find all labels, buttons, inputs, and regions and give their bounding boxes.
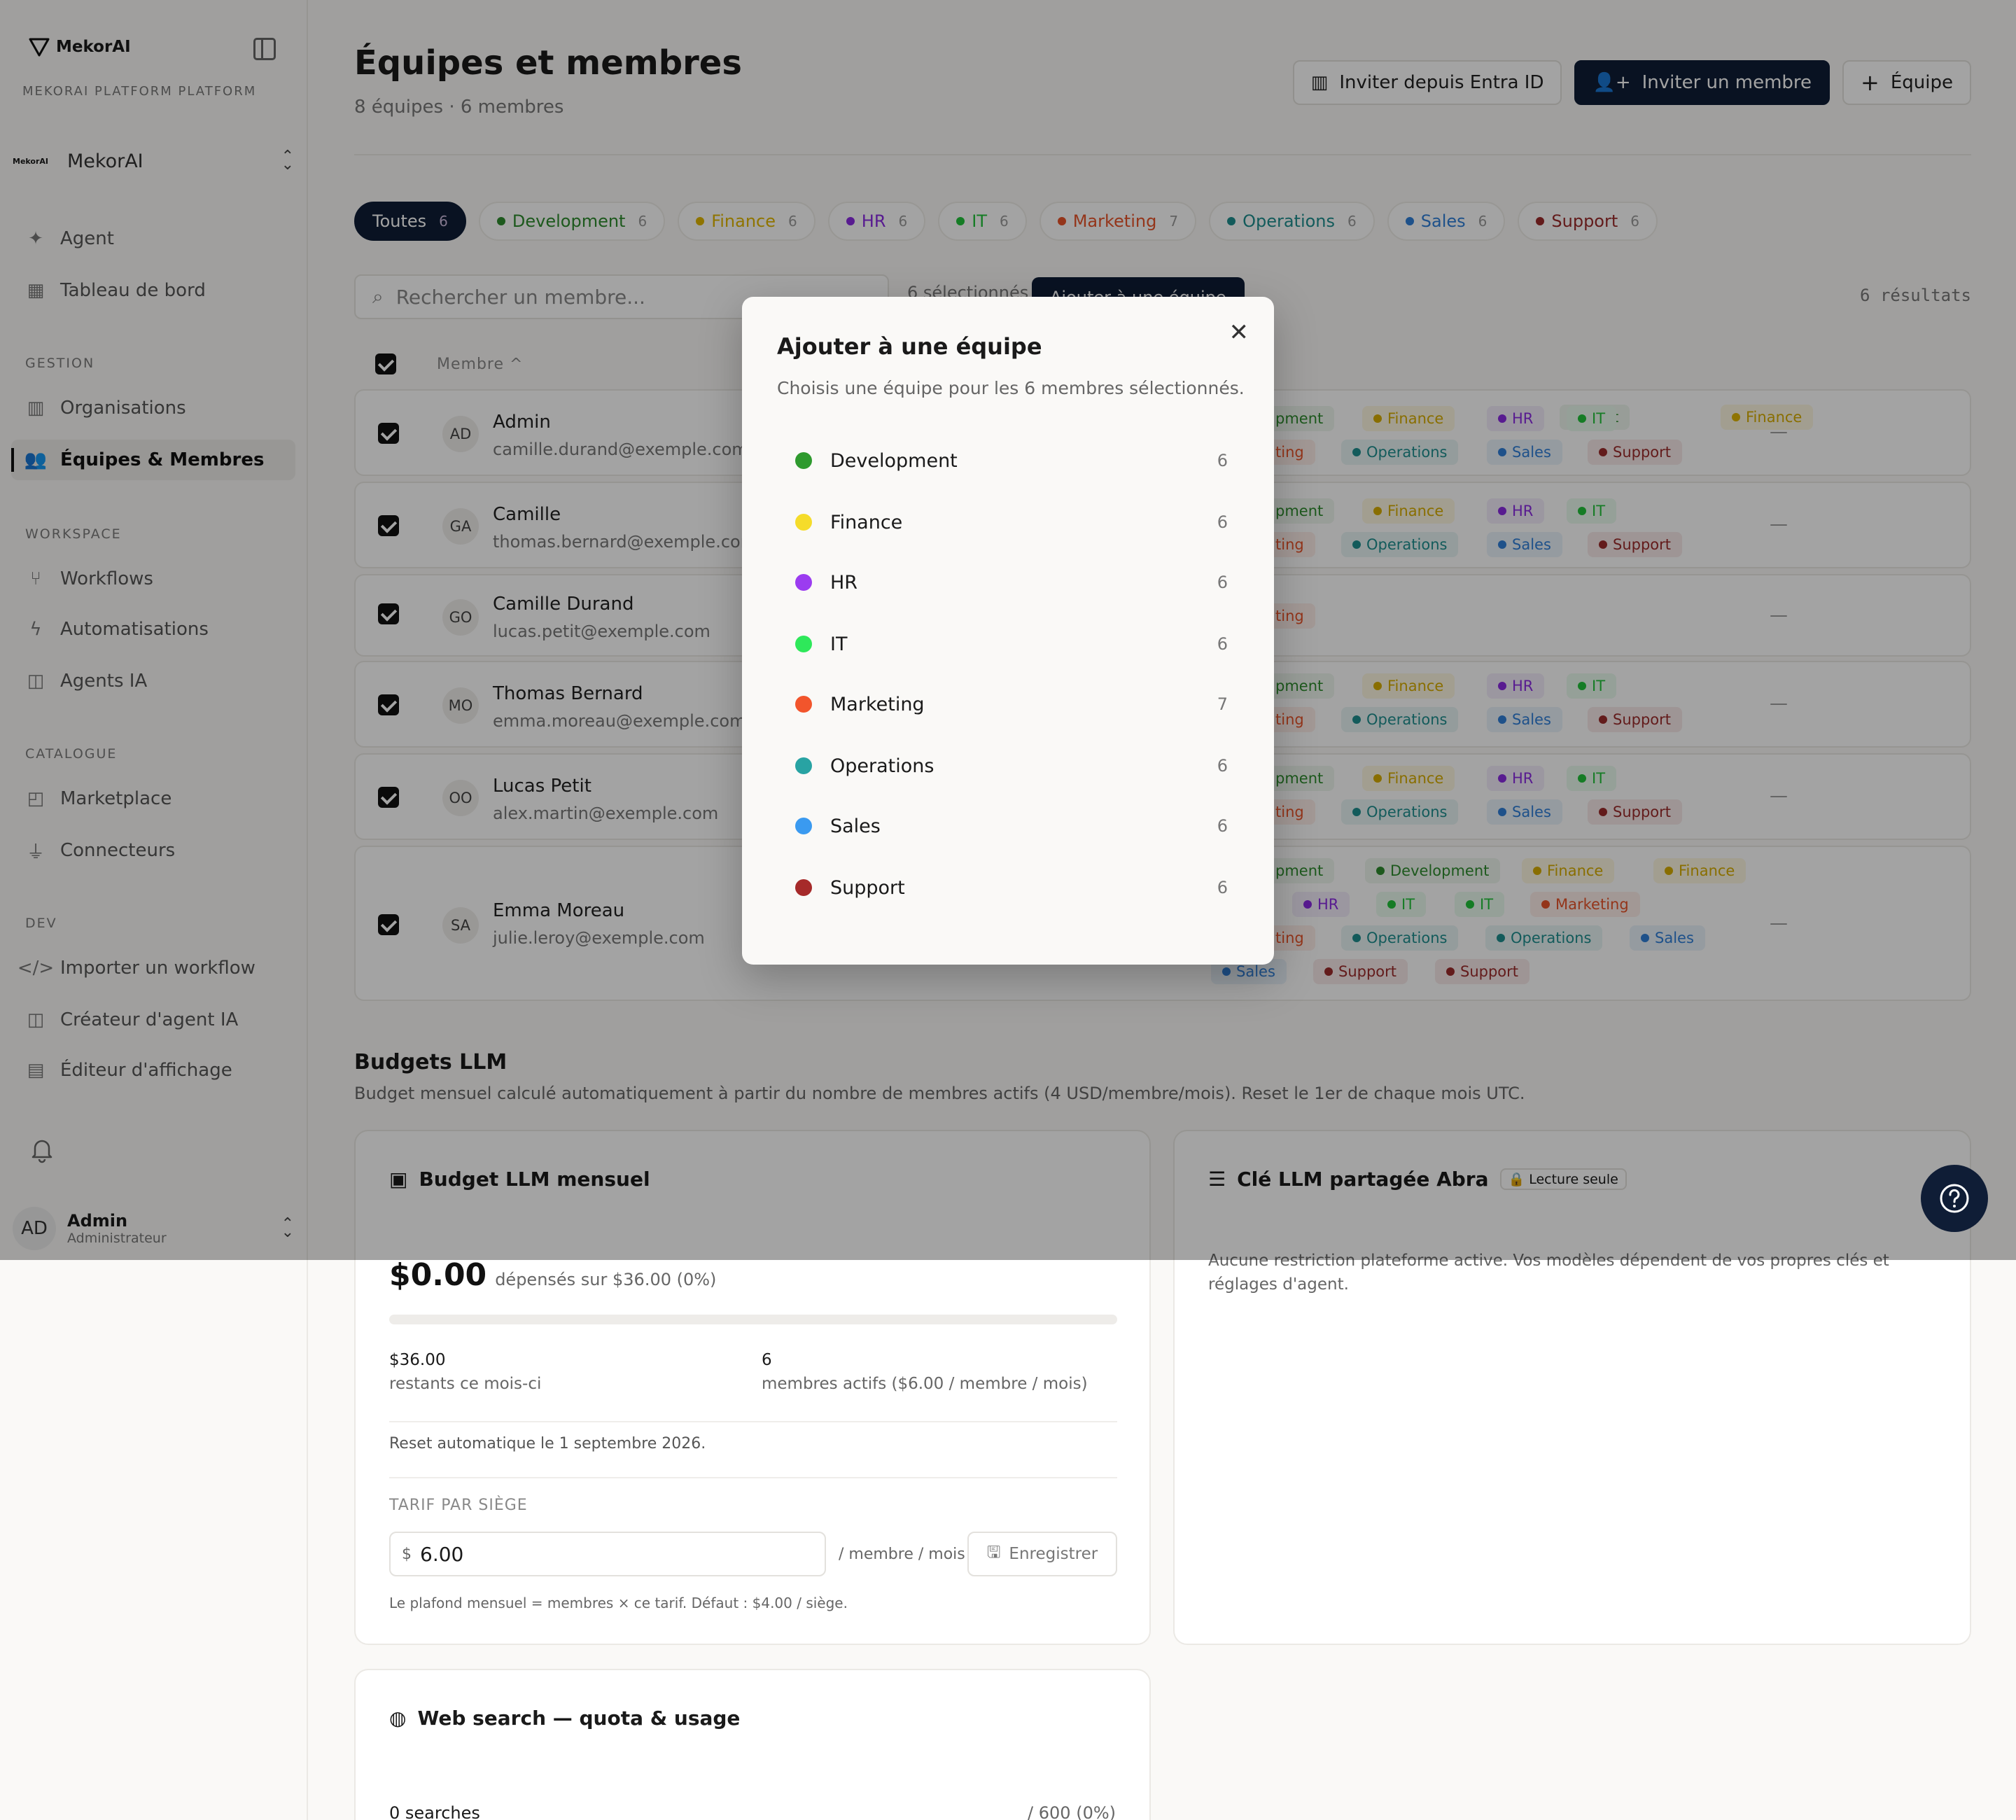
seat-price-input[interactable]: $ 6.00 bbox=[389, 1532, 826, 1576]
save-button[interactable]: 🖫 Enregistrer bbox=[967, 1532, 1117, 1576]
team-option-name: Marketing bbox=[830, 693, 925, 715]
remaining-label: restants ce mois-ci bbox=[389, 1375, 542, 1393]
web-search-used: 0 searches bbox=[389, 1803, 480, 1820]
dialog-title: Ajouter à une équipe bbox=[777, 333, 1042, 360]
team-option-count: 6 bbox=[1217, 634, 1228, 654]
save-icon: 🖫 bbox=[986, 1543, 1001, 1562]
card-title: Web search — quota & usage bbox=[417, 1707, 741, 1730]
dialog-description: Choisis une équipe pour les 6 membres sé… bbox=[777, 378, 1245, 398]
team-option-hr[interactable]: HR 6 bbox=[771, 557, 1245, 608]
team-option-name: Support bbox=[830, 876, 905, 899]
team-option-name: Operations bbox=[830, 755, 934, 777]
team-option-count: 6 bbox=[1217, 451, 1228, 470]
seat-unit: / membre / mois bbox=[839, 1546, 965, 1563]
spent-of: dépensés sur $36.00 (0%) bbox=[495, 1270, 717, 1289]
team-color-dot bbox=[795, 514, 812, 531]
team-option-count: 6 bbox=[1217, 816, 1228, 836]
team-option-name: Finance bbox=[830, 511, 903, 533]
team-option-it[interactable]: IT 6 bbox=[771, 619, 1245, 669]
team-option-finance[interactable]: Finance 6 bbox=[771, 497, 1245, 547]
active-members-count: 6 bbox=[762, 1351, 772, 1369]
globe-icon: ◍ bbox=[389, 1707, 407, 1730]
reset-note: Reset automatique le 1 septembre 2026. bbox=[389, 1435, 706, 1452]
team-color-dot bbox=[795, 879, 812, 896]
team-option-marketing[interactable]: Marketing 7 bbox=[771, 679, 1245, 729]
seat-price-label: TARIF PAR SIÈGE bbox=[389, 1497, 528, 1514]
team-option-count: 6 bbox=[1217, 878, 1228, 897]
team-option-count: 6 bbox=[1217, 756, 1228, 776]
help-icon bbox=[1940, 1184, 1969, 1213]
team-option-development[interactable]: Development 6 bbox=[771, 435, 1245, 486]
budget-progress-bar bbox=[389, 1315, 1117, 1324]
team-option-count: 6 bbox=[1217, 512, 1228, 532]
spent-amount: $0.00 bbox=[389, 1257, 487, 1293]
team-color-dot bbox=[795, 757, 812, 774]
team-color-dot bbox=[795, 636, 812, 652]
web-search-quota: / 600 (0%) bbox=[1028, 1803, 1116, 1820]
active-members-label: membres actifs ($6.00 / membre / mois) bbox=[762, 1375, 1088, 1393]
team-color-dot bbox=[795, 452, 812, 469]
team-option-name: Sales bbox=[830, 815, 881, 837]
seat-price-value: 6.00 bbox=[420, 1542, 464, 1566]
team-option-count: 6 bbox=[1217, 573, 1228, 592]
save-label: Enregistrer bbox=[1009, 1545, 1098, 1563]
team-option-name: Development bbox=[830, 449, 958, 472]
currency-symbol: $ bbox=[402, 1545, 412, 1563]
web-search-card: ◍ Web search — quota & usage 0 searches … bbox=[354, 1669, 1151, 1820]
help-button[interactable] bbox=[1921, 1165, 1988, 1232]
team-color-dot bbox=[795, 818, 812, 834]
team-option-name: IT bbox=[830, 633, 848, 655]
seat-hint: Le plafond mensuel = membres × ce tarif.… bbox=[389, 1595, 848, 1611]
team-option-support[interactable]: Support 6 bbox=[771, 862, 1245, 913]
team-option-name: HR bbox=[830, 571, 858, 594]
divider bbox=[389, 1421, 1117, 1422]
team-color-dot bbox=[795, 696, 812, 713]
team-option-sales[interactable]: Sales 6 bbox=[771, 801, 1245, 851]
team-option-count: 7 bbox=[1217, 694, 1228, 714]
divider bbox=[389, 1477, 1117, 1478]
add-to-team-dialog: Ajouter à une équipe Choisis une équipe … bbox=[742, 297, 1274, 965]
close-icon[interactable]: ✕ bbox=[1229, 321, 1250, 344]
team-color-dot bbox=[795, 574, 812, 591]
team-option-operations[interactable]: Operations 6 bbox=[771, 741, 1245, 791]
remaining-amount: $36.00 bbox=[389, 1351, 446, 1369]
